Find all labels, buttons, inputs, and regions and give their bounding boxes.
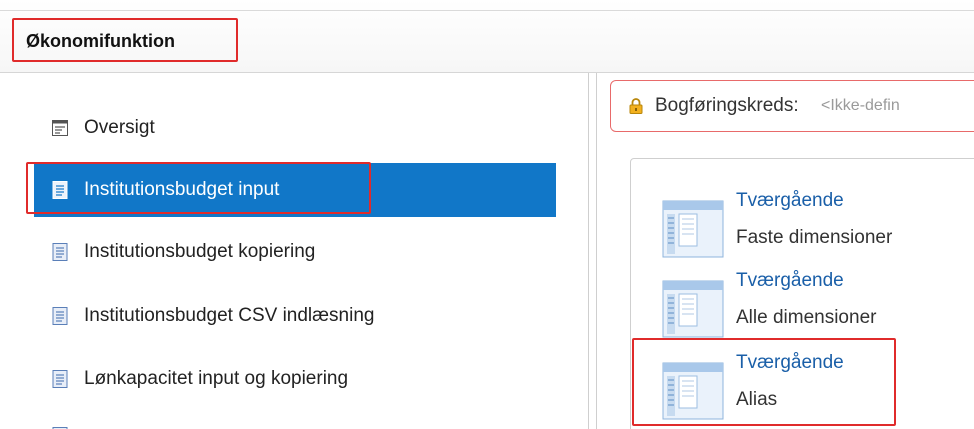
tile-title[interactable]: Tværgående	[736, 190, 844, 212]
nav-item-label: Lønkapacitet input og kopiering	[84, 368, 349, 389]
tile-subtitle: Alle dimensioner	[736, 307, 877, 328]
nav-item-label: Institutionsbudget CSV indlæsning	[84, 305, 375, 326]
panel-divider	[596, 73, 597, 429]
panel-divider	[588, 73, 589, 429]
document-icon	[52, 370, 68, 388]
table-report-icon	[662, 362, 724, 420]
document-icon	[52, 307, 68, 325]
header-top-divider	[0, 10, 974, 11]
nav-item-label: Institutionsbudget input	[84, 179, 280, 200]
tile-subtitle: Alias	[736, 389, 778, 410]
nav-item-institutionsbudget-kopiering[interactable]: Institutionsbudget kopiering	[34, 225, 556, 279]
nav-item-institutionsbudget-csv[interactable]: Institutionsbudget CSV indlæsning	[34, 289, 556, 343]
tile-title[interactable]: Tværgående	[736, 270, 844, 292]
bookkeeping-circle-value: <Ikke-defin	[821, 97, 900, 114]
document-icon	[52, 181, 68, 199]
nav-item-oversigt[interactable]: Oversigt	[34, 101, 556, 155]
nav-item-loenkapacitet[interactable]: Lønkapacitet input og kopiering	[34, 352, 556, 406]
nav-item-institutionsbudget-input[interactable]: Institutionsbudget input	[34, 163, 556, 217]
document-icon	[52, 422, 68, 429]
nav-item-label: Institutionsbudget kopiering	[84, 241, 316, 262]
nav-item-label: Oversigt	[84, 117, 155, 138]
tile-tvaergaaende-alle[interactable]: Tværgående Alle dimensioner	[662, 270, 962, 340]
table-report-icon	[662, 280, 724, 338]
table-report-icon	[662, 200, 724, 258]
form-icon	[52, 119, 68, 137]
bookkeeping-circle-notice: Bogføringskreds: <Ikke-defin	[610, 80, 974, 132]
document-icon	[52, 243, 68, 261]
bookkeeping-circle-label: Bogføringskreds:	[655, 95, 799, 116]
tile-title[interactable]: Tværgående	[736, 352, 844, 374]
app-header: Økonomifunktion	[0, 0, 974, 73]
page-title: Økonomifunktion	[26, 31, 175, 51]
lock-icon	[629, 98, 643, 119]
tile-subtitle: Faste dimensioner	[736, 227, 893, 248]
tile-tvaergaaende-faste[interactable]: Tværgående Faste dimensioner	[662, 190, 962, 260]
tile-tvaergaaende-alias[interactable]: Tværgående Alias	[662, 352, 962, 422]
